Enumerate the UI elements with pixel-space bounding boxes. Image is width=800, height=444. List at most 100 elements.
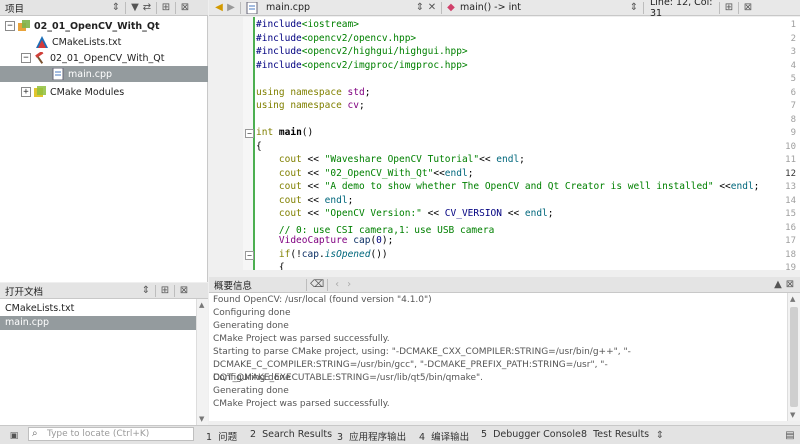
tree-item-cmakelists[interactable]: CMakeLists.txt bbox=[0, 34, 208, 50]
back-arrow-icon[interactable]: ◀ bbox=[213, 1, 225, 15]
code-line: cout << "A demo to show whether The Open… bbox=[278, 181, 760, 192]
expand-icon[interactable]: + bbox=[21, 87, 31, 97]
close-pane-icon[interactable]: ⊠ bbox=[178, 284, 190, 298]
split-icon[interactable]: ⊞ bbox=[159, 284, 171, 298]
output-line: Configuring done bbox=[213, 373, 291, 383]
code-line: // 0: use CSI camera,1：use USB camera bbox=[278, 225, 495, 236]
general-messages-output: Found OpenCV: /usr/local (found version … bbox=[209, 293, 787, 421]
scrollbar-thumb[interactable] bbox=[790, 307, 798, 407]
close-pane-icon[interactable]: ⊠ bbox=[784, 278, 796, 292]
tab-number: 5 bbox=[481, 429, 488, 440]
code-line: VideoCapture cap(0); bbox=[278, 235, 394, 246]
code-line: #include<opencv2/highgui/highgui.hpp> bbox=[256, 46, 468, 57]
line-number: 16 bbox=[785, 223, 796, 233]
close-pane-icon[interactable]: ⊠ bbox=[179, 1, 191, 15]
project-pane-title: 项目 bbox=[5, 3, 25, 15]
cursor-position[interactable]: Line: 12, Col: 31 bbox=[650, 0, 716, 19]
open-doc-cmakelists[interactable]: CMakeLists.txt bbox=[0, 302, 196, 316]
tab-label: 应用程序输出 bbox=[349, 432, 407, 443]
forward-arrow-icon[interactable]: ▶ bbox=[225, 1, 237, 15]
code-line: { bbox=[256, 141, 262, 152]
tree-item-target[interactable]: − 02_01_OpenCV_With_Qt bbox=[0, 50, 208, 66]
line-number: 17 bbox=[785, 236, 796, 246]
tab-label: Search Results bbox=[262, 429, 333, 440]
fold-marker-icon[interactable]: − bbox=[245, 251, 254, 260]
fold-marker-icon[interactable]: − bbox=[245, 129, 254, 138]
symbol-dropdown-icon[interactable]: ⇕ bbox=[628, 1, 640, 15]
tree-item-main-cpp[interactable]: main.cpp bbox=[0, 66, 208, 82]
output-pane-title: 概要信息 bbox=[214, 280, 253, 292]
line-number: 9 bbox=[790, 128, 796, 138]
output-line: Generating done bbox=[213, 386, 289, 396]
line-number: 18 bbox=[785, 250, 796, 260]
line-number: 13 bbox=[785, 182, 796, 192]
open-file-name[interactable]: main.cpp bbox=[266, 2, 414, 13]
tab-issues[interactable]: 1 问题 bbox=[206, 429, 237, 443]
line-number: 11 bbox=[785, 155, 796, 165]
docs-pane-title: 打开文档 bbox=[5, 286, 44, 298]
code-line: cout << "02_OpenCV_With_Qt"<<endl; bbox=[278, 168, 474, 179]
code-editor[interactable]: 1 2 3 4 5 6 7 8 9 10 11 12 13 14 15 16 1… bbox=[209, 17, 800, 270]
code-line: #include<iostream> bbox=[256, 19, 359, 30]
filter-icon[interactable]: ▼ bbox=[129, 1, 141, 15]
line-number: 15 bbox=[785, 209, 796, 219]
tree-item-label: main.cpp bbox=[68, 68, 113, 80]
previous-icon[interactable]: ‹ bbox=[331, 278, 343, 292]
sidebar-toggle-icon[interactable]: ▣ bbox=[8, 429, 20, 443]
output-scrollbar[interactable]: ▲ ▼ bbox=[787, 293, 800, 421]
maximize-icon[interactable]: ▲ bbox=[772, 278, 784, 292]
output-line: CMake Project was parsed successfully. bbox=[213, 399, 390, 409]
close-file-icon[interactable]: ✕ bbox=[426, 1, 438, 15]
locator-input[interactable]: ⌕ Type to locate (Ctrl+K) bbox=[28, 427, 194, 441]
line-number: 4 bbox=[790, 61, 796, 71]
tab-label: 编译输出 bbox=[431, 432, 470, 443]
code-line: cout << endl; bbox=[278, 195, 354, 206]
next-icon[interactable]: › bbox=[343, 278, 355, 292]
tree-item-project[interactable]: − 02_01_OpenCV_With_Qt bbox=[0, 18, 208, 34]
project-tree: − 02_01_OpenCV_With_Qt CMakeLists.txt − … bbox=[0, 16, 208, 282]
symbol-selector[interactable]: main() -> int bbox=[460, 2, 628, 13]
code-line: cout << "Waveshare OpenCV Tutorial"<< en… bbox=[278, 154, 525, 165]
tree-item-label: CMake Modules bbox=[50, 86, 125, 98]
docs-scrollbar[interactable]: ▲ ▼ bbox=[196, 299, 208, 425]
hammer-icon bbox=[34, 50, 46, 64]
close-pane-icon[interactable]: ⊠ bbox=[742, 1, 754, 15]
tab-application-output[interactable]: 3 应用程序输出 bbox=[337, 429, 406, 443]
output-pane-header: 概要信息 ⌫ ‹ › ▲ ⊠ bbox=[209, 277, 800, 293]
code-line: #include<opencv2/opencv.hpp> bbox=[256, 33, 417, 44]
sort-arrows-icon[interactable]: ⇕ bbox=[110, 1, 122, 15]
clear-output-icon[interactable]: ⌫ bbox=[310, 278, 324, 292]
tab-number: 8 bbox=[581, 429, 588, 440]
line-number: 14 bbox=[785, 196, 796, 206]
cpp-file-icon bbox=[52, 67, 64, 81]
tree-item-label: CMakeLists.txt bbox=[52, 36, 122, 48]
line-number: 3 bbox=[790, 47, 796, 57]
fold-column bbox=[243, 17, 255, 270]
tab-debugger-console[interactable]: 5 Debugger Console bbox=[481, 429, 581, 440]
tab-search-results[interactable]: 2 Search Results bbox=[250, 429, 332, 440]
tab-number: 3 bbox=[337, 432, 344, 443]
tab-number: 2 bbox=[250, 429, 257, 440]
tab-compile-output[interactable]: 4 编译输出 bbox=[419, 429, 469, 443]
collapse-icon[interactable]: − bbox=[5, 21, 15, 31]
file-dropdown-icon[interactable]: ⇕ bbox=[414, 1, 426, 15]
toggle-output-icon[interactable]: ▤ bbox=[784, 428, 796, 442]
project-pane-header: 项目 ⇕ ▼ ⇄ ⊞ ⊠ bbox=[0, 0, 208, 16]
split-icon[interactable]: ⊞ bbox=[723, 1, 735, 15]
code-line: { bbox=[256, 262, 285, 270]
collapse-icon[interactable]: − bbox=[21, 53, 31, 63]
more-tabs-icon[interactable]: ⇕ bbox=[654, 428, 666, 442]
tree-item-cmake-modules[interactable]: + CMake Modules bbox=[0, 84, 208, 100]
code-line: using namespace std; bbox=[256, 87, 371, 98]
line-number: 10 bbox=[785, 142, 796, 152]
sort-arrows-icon[interactable]: ⇕ bbox=[140, 284, 152, 298]
tab-test-results[interactable]: 8 Test Results bbox=[581, 429, 649, 440]
split-icon[interactable]: ⊞ bbox=[160, 1, 172, 15]
output-line: Configuring done bbox=[213, 308, 291, 318]
open-doc-main-cpp[interactable]: main.cpp bbox=[0, 316, 196, 330]
open-documents-list: CMakeLists.txt main.cpp bbox=[0, 299, 196, 425]
line-number: 2 bbox=[790, 34, 796, 44]
code-line: int main() bbox=[256, 127, 314, 138]
link-icon[interactable]: ⇄ bbox=[141, 1, 153, 15]
cmake-file-icon bbox=[36, 36, 48, 48]
